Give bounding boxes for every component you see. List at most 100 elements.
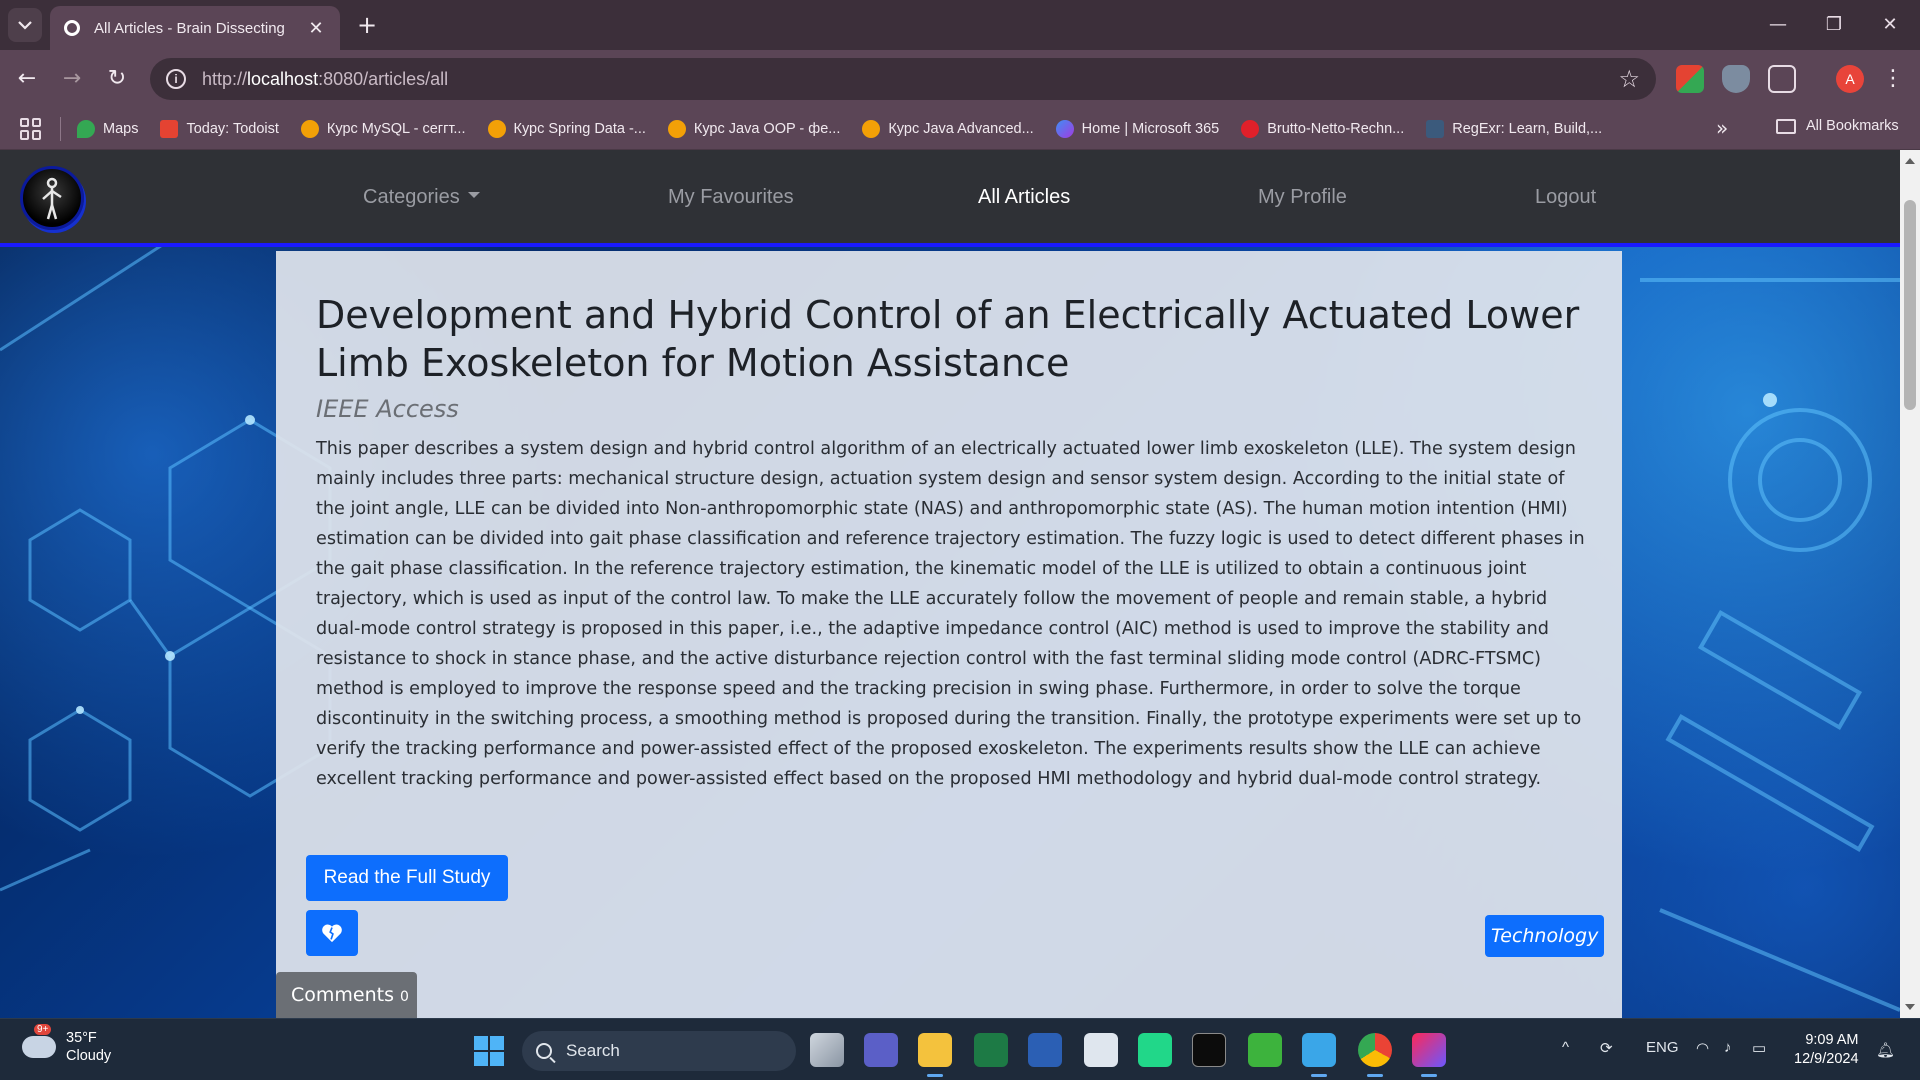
nav-my-favourites[interactable]: My Favourites xyxy=(668,186,794,209)
site-info-icon[interactable]: i xyxy=(166,69,186,89)
browser-tab-strip: All Articles - Brain Dissecting ✕ + — ❐ … xyxy=(0,0,1920,50)
taskbar-search[interactable]: Search xyxy=(522,1031,796,1071)
page-scrollbar[interactable] xyxy=(1900,150,1920,1018)
notepad-icon[interactable] xyxy=(1302,1033,1336,1077)
terminal-icon[interactable] xyxy=(1192,1033,1226,1067)
tray-chevron-up-icon[interactable]: ^ xyxy=(1562,1039,1569,1056)
restore-icon[interactable]: ❐ xyxy=(1814,10,1854,40)
caret-down-icon xyxy=(467,191,480,198)
bookmark-label: Home | Microsoft 365 xyxy=(1081,120,1220,137)
all-bookmarks-label: All Bookmarks xyxy=(1806,118,1899,134)
maps-pin-icon xyxy=(77,119,95,138)
menu-kebab-icon[interactable]: ⋮ xyxy=(1876,62,1910,96)
course-hexagon-icon xyxy=(300,119,319,138)
bookmark-label: Курс Spring Data -... xyxy=(513,120,646,137)
article-card: Development and Hybrid Control of an Ele… xyxy=(276,251,1622,1018)
heart-icon xyxy=(322,924,342,943)
bookmark-label: Курс Java OOP - фе... xyxy=(693,120,841,137)
address-bar[interactable]: i http://localhost:8080/articles/all ☆ xyxy=(150,58,1656,100)
bookmark-label: Курс Java Advanced... xyxy=(888,120,1034,137)
bookmark-java-advanced-course[interactable]: Курс Java Advanced... xyxy=(862,119,1034,138)
article-abstract: This paper describes a system design and… xyxy=(316,439,1585,789)
course-hexagon-icon xyxy=(667,119,686,138)
bookmark-label: Maps xyxy=(103,120,139,137)
nav-categories-dropdown[interactable]: Categories xyxy=(363,186,480,209)
bookmark-maps[interactable]: Maps xyxy=(77,119,139,138)
battery-icon[interactable]: ▭ xyxy=(1752,1039,1766,1057)
input-language[interactable]: ENG xyxy=(1646,1039,1679,1056)
scroll-down-arrow-icon[interactable] xyxy=(1905,1004,1915,1010)
comments-toggle[interactable]: Comments 0 xyxy=(276,972,417,1018)
all-bookmarks-button[interactable]: All Bookmarks xyxy=(1776,118,1899,134)
tab-favicon-icon xyxy=(64,20,80,36)
reload-icon[interactable]: ↻ xyxy=(100,62,134,96)
wifi-icon[interactable]: ◠ xyxy=(1696,1039,1709,1057)
taskbar-search-label: Search xyxy=(566,1041,620,1060)
nav-all-articles[interactable]: All Articles xyxy=(978,186,1070,209)
file-explorer-icon[interactable] xyxy=(918,1033,952,1077)
photos-icon[interactable] xyxy=(1084,1033,1118,1067)
search-icon xyxy=(536,1043,552,1059)
browser-tab[interactable]: All Articles - Brain Dissecting ✕ xyxy=(50,6,340,50)
chrome-icon[interactable] xyxy=(1358,1033,1392,1077)
more-bookmarks-icon[interactable]: » xyxy=(1716,116,1728,140)
bookmark-regexr[interactable]: RegExr: Learn, Build,... xyxy=(1426,119,1602,138)
tab-title: All Articles - Brain Dissecting xyxy=(94,19,285,37)
word-icon[interactable] xyxy=(1028,1033,1062,1067)
sync-icon[interactable]: ⟳ xyxy=(1600,1039,1613,1057)
new-tab-button[interactable]: + xyxy=(352,10,382,40)
site-logo[interactable] xyxy=(20,166,84,230)
lock-app-icon[interactable] xyxy=(1248,1033,1282,1067)
bookmark-brutto-netto[interactable]: Brutto-Netto-Rechn... xyxy=(1241,119,1404,138)
bookmark-microsoft-365[interactable]: Home | Microsoft 365 xyxy=(1055,119,1220,138)
favourite-button[interactable] xyxy=(306,910,358,956)
volume-icon[interactable]: ♪ xyxy=(1724,1039,1732,1056)
browser-toolbar: ← → ↻ i http://localhost:8080/articles/a… xyxy=(0,50,1920,108)
scroll-up-arrow-icon[interactable] xyxy=(1905,158,1915,164)
back-icon[interactable]: ← xyxy=(10,62,44,96)
task-view-icon[interactable] xyxy=(810,1033,844,1067)
bookmarks-bar: Maps Today: Todoist Курс MySQL - сеггт..… xyxy=(0,108,1920,150)
excel-icon[interactable] xyxy=(974,1033,1008,1067)
forward-icon[interactable]: → xyxy=(55,62,89,96)
bookmark-todoist[interactable]: Today: Todoist xyxy=(160,119,279,138)
comments-label: Comments xyxy=(291,984,394,1006)
bookmark-java-oop-course[interactable]: Курс Java OOP - фе... xyxy=(667,119,841,138)
profile-avatar[interactable]: A xyxy=(1836,65,1864,93)
scrollbar-thumb[interactable] xyxy=(1904,200,1916,410)
bookmark-star-icon[interactable]: ☆ xyxy=(1618,65,1640,93)
regexr-icon xyxy=(1426,119,1445,138)
cloud-icon: 9+ xyxy=(22,1024,56,1058)
bookmarks-divider xyxy=(60,116,61,141)
bookmark-mysql-course[interactable]: Курс MySQL - сеггт... xyxy=(300,119,466,138)
minimize-icon[interactable]: — xyxy=(1758,10,1798,40)
folder-icon xyxy=(1776,118,1796,134)
teams-icon[interactable] xyxy=(864,1033,898,1067)
article-title: Development and Hybrid Control of an Ele… xyxy=(316,293,1580,385)
windows-start-icon[interactable] xyxy=(474,1036,504,1066)
shield-icon[interactable] xyxy=(1722,65,1750,93)
intellij-icon[interactable] xyxy=(1412,1033,1446,1077)
notification-bell-icon[interactable]: 🔔︎ xyxy=(1876,1041,1895,1059)
window-close-icon[interactable]: ✕ xyxy=(1870,10,1910,40)
brutto-netto-icon xyxy=(1241,119,1260,138)
close-icon[interactable]: ✕ xyxy=(306,18,326,39)
extension-icon[interactable] xyxy=(1676,65,1704,93)
windows-taskbar: 9+ 35°F Cloudy Search ^ ⟳ ENG ◠ ♪ ▭ 9:09… xyxy=(0,1018,1920,1080)
course-hexagon-icon xyxy=(487,119,506,138)
tab-search-button[interactable] xyxy=(8,8,42,42)
clock-time: 9:09 AM xyxy=(1805,1032,1859,1048)
url-text[interactable]: http://localhost:8080/articles/all xyxy=(202,69,1618,90)
comments-count: 0 xyxy=(400,989,409,1005)
pycharm-icon[interactable] xyxy=(1138,1033,1172,1067)
extensions-puzzle-icon[interactable] xyxy=(1768,65,1796,93)
nav-logout[interactable]: Logout xyxy=(1535,186,1596,209)
bookmark-label: Today: Todoist xyxy=(186,120,279,137)
taskbar-clock[interactable]: 9:09 AM 12/9/2024 xyxy=(1794,1031,1859,1069)
read-full-study-button[interactable]: Read the Full Study xyxy=(306,855,508,901)
weather-widget[interactable]: 9+ 35°F Cloudy xyxy=(22,1024,111,1065)
category-tag[interactable]: Technology xyxy=(1485,915,1605,957)
bookmark-spring-data-course[interactable]: Курс Spring Data -... xyxy=(487,119,646,138)
nav-my-profile[interactable]: My Profile xyxy=(1258,186,1347,209)
apps-grid-icon[interactable] xyxy=(20,117,42,140)
